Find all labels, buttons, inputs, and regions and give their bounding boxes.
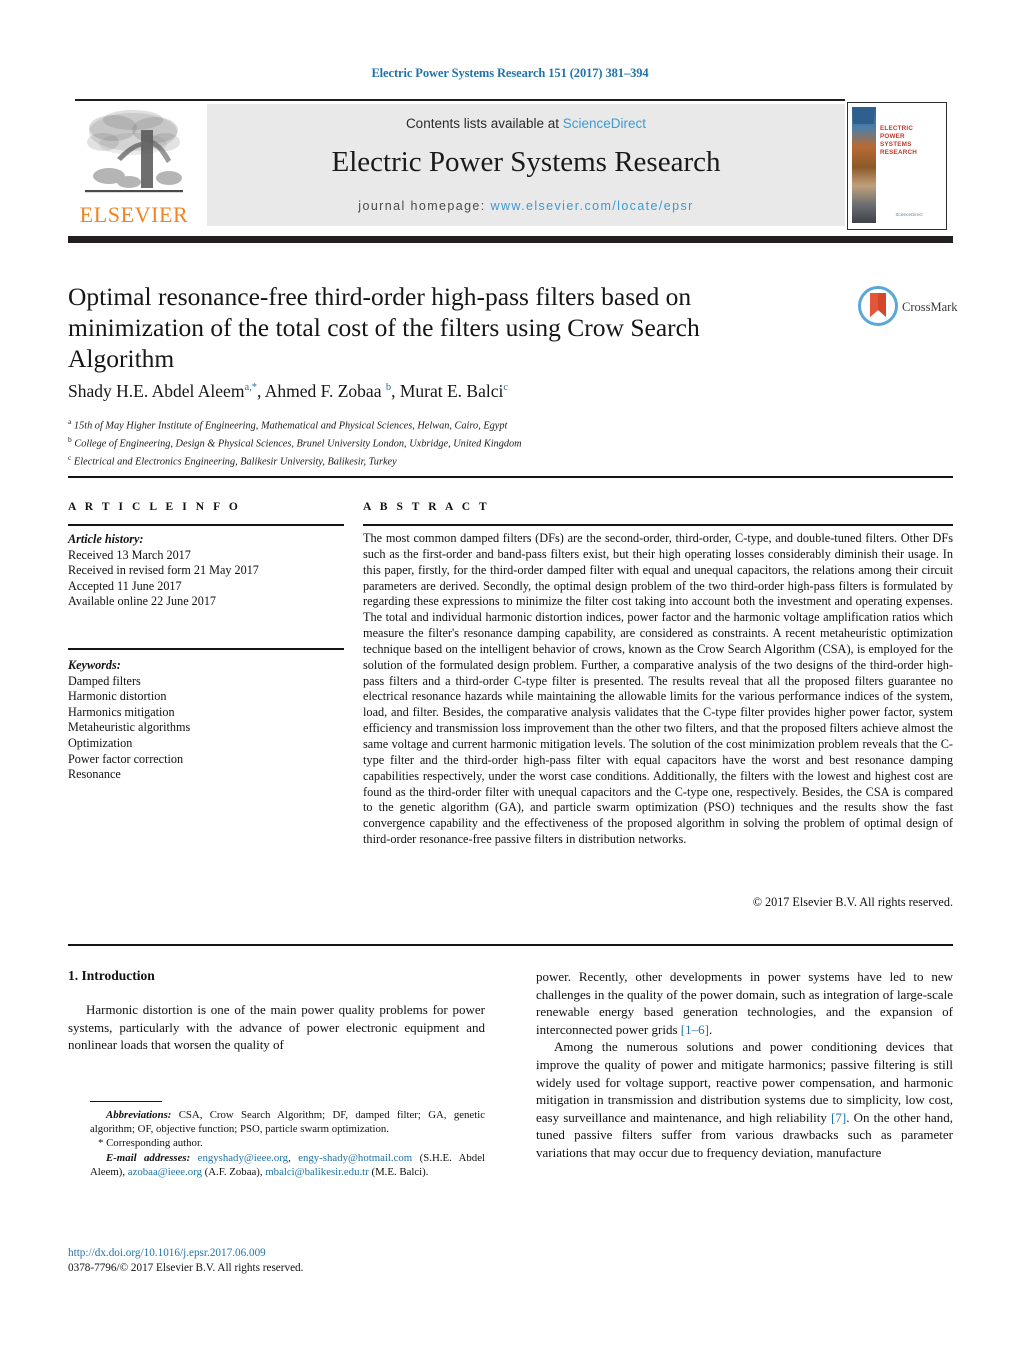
crossmark-label: CrossMark [902,300,958,314]
intro-p1-tail: . [708,1021,713,1037]
running-head: Electric Power Systems Research 151 (201… [371,66,649,80]
abstract-block-top-rule [68,476,953,478]
keywords-rule [68,648,344,650]
contents-prefix: Contents lists available at [405,116,563,131]
article-history-label: Article history: [68,532,144,546]
keyword-item: Damped filters [68,673,141,688]
elsevier-logo: ELSEVIER [75,104,193,230]
sciencedirect-link[interactable]: ScienceDirect [563,116,646,131]
keyword-item: Resonance [68,767,121,782]
abstract-heading: A B S T R A C T [363,501,490,513]
body-column-right: power. Recently, other developments in p… [536,968,953,1162]
affiliation-marker: b [68,435,72,445]
footnote-emails: E-mail addresses: engyshady@ieee.org, en… [90,1151,485,1178]
doi-block: http://dx.doi.org/10.1016/j.epsr.2017.06… [68,1246,488,1276]
affiliation-marker: a [68,417,72,426]
journal-title: Electric Power Systems Research [331,146,721,178]
history-item: Accepted 11 June 2017 [68,578,182,593]
affiliation-b: b College of Engineering, Design & Physi… [68,435,522,450]
elsevier-tree-icon [85,110,183,193]
email-addresses-label: E-mail addresses: [106,1151,191,1164]
issn-copyright-line: 0378-7796/© 2017 Elsevier B.V. All right… [68,1262,304,1274]
abstract-block-bottom-rule [68,944,953,946]
keyword-item: Optimization [68,735,133,750]
intro-paragraph-1: Harmonic distortion is one of the main p… [68,1002,485,1053]
history-item: Received 13 March 2017 [68,547,191,562]
intro-paragraph-1-continued: power. Recently, other developments in p… [536,968,953,1038]
keywords-label: Keywords: [68,658,121,672]
author-list: Shady H.E. Abdel Aleema,*, Ahmed F. Zoba… [68,381,509,401]
keyword-item: Metaheuristic algorithms [68,720,191,735]
paper-page: Electric Power Systems Research 151 (201… [0,0,1020,1351]
elsevier-wordmark: ELSEVIER [79,202,189,227]
affiliation-a: a 15th of May Higher Institute of Engine… [68,417,508,432]
keywords-block: Keywords: Damped filters Harmonic distorti… [68,658,348,783]
section-heading-introduction: 1. Introduction [68,968,155,983]
crossmark-badge[interactable]: CrossMark [858,286,958,332]
article-info-heading: A R T I C L E I N F O [68,501,241,513]
email-link-1[interactable]: engyshady@ieee.org [198,1152,288,1164]
intro-p1-text: power. Recently, other developments in p… [536,969,953,1037]
history-item: Available online 22 June 2017 [68,594,217,609]
citation-1-6[interactable]: [1–6] [681,1022,709,1037]
crossmark-icon [858,286,898,326]
homepage-prefix: journal homepage: [358,199,491,213]
abstract-rule [363,524,953,526]
abstract-text: The most common damped filters (DFs) are… [363,531,953,847]
email-link-3[interactable]: azobaa@ieee.org [128,1166,202,1178]
cover-journal-title: ELECTRIC POWER SYSTEMS RESEARCH [880,125,917,156]
abstract-copyright: © 2017 Elsevier B.V. All rights reserved… [752,895,953,909]
footnote-block: Abbreviations: CSA, Crow Search Algorith… [90,1108,485,1179]
history-item: Received in revised form 21 May 2017 [68,563,259,578]
journal-homepage-line: journal homepage: www.elsevier.com/locat… [207,199,845,213]
abbreviations-label: Abbreviations: [106,1109,172,1121]
journal-cover-art: ELECTRIC POWER SYSTEMS RESEARCH ScienceD… [852,107,940,223]
cover-sciencedirect-mark: ScienceDirect [895,212,923,217]
cover-photo-strip [852,107,876,223]
keyword-item: Harmonics mitigation [68,704,175,719]
article-history-block: Article history: Received 13 March 2017 Re… [68,532,348,610]
footnote-rule [90,1101,162,1103]
intro-paragraph-2: Among the numerous solutions and power c… [536,1038,953,1161]
body-column-left: 1. Introduction Harmonic distortion is o… [68,968,485,1054]
citation-7[interactable]: [7] [831,1110,846,1125]
keyword-item: Power factor correction [68,751,184,766]
elsevier-badge-icon [853,108,874,124]
affiliation-list: a 15th of May Higher Institute of Engine… [68,415,868,469]
email-owner-4: (M.E. Balci). [371,1165,429,1178]
footnote-corresponding-author: * Corresponding author. [98,1137,203,1150]
affiliation-c: c Electrical and Electronics Engineering… [68,453,397,468]
email-owner-3: (A.F. Zobaa), [201,1165,266,1178]
email-link-2[interactable]: engy-shady@hotmail.com [298,1152,412,1164]
journal-homepage-link[interactable]: www.elsevier.com/locate/epsr [491,199,694,213]
footnote-abbreviations: Abbreviations: CSA, Crow Search Algorith… [90,1108,485,1136]
article-info-rule [68,524,344,526]
masthead-top-rule [75,99,845,101]
email-link-4[interactable]: mbalci@balikesir.edu.tr [265,1166,369,1178]
journal-band: Contents lists available at ScienceDirec… [207,104,845,226]
journal-cover-thumbnail: ELECTRIC POWER SYSTEMS RESEARCH ScienceD… [847,102,947,230]
affiliation-marker: c [68,453,72,463]
journal-masthead: ELSEVIER Contents lists available at Sci… [75,102,947,230]
page-title: Optimal resonance-free third-order high-… [68,282,700,373]
masthead-heavy-rule [68,236,953,243]
keyword-item: Harmonic distortion [68,689,167,704]
contents-available-line: Contents lists available at ScienceDirec… [207,116,845,131]
doi-link[interactable]: http://dx.doi.org/10.1016/j.epsr.2017.06… [68,1247,266,1259]
